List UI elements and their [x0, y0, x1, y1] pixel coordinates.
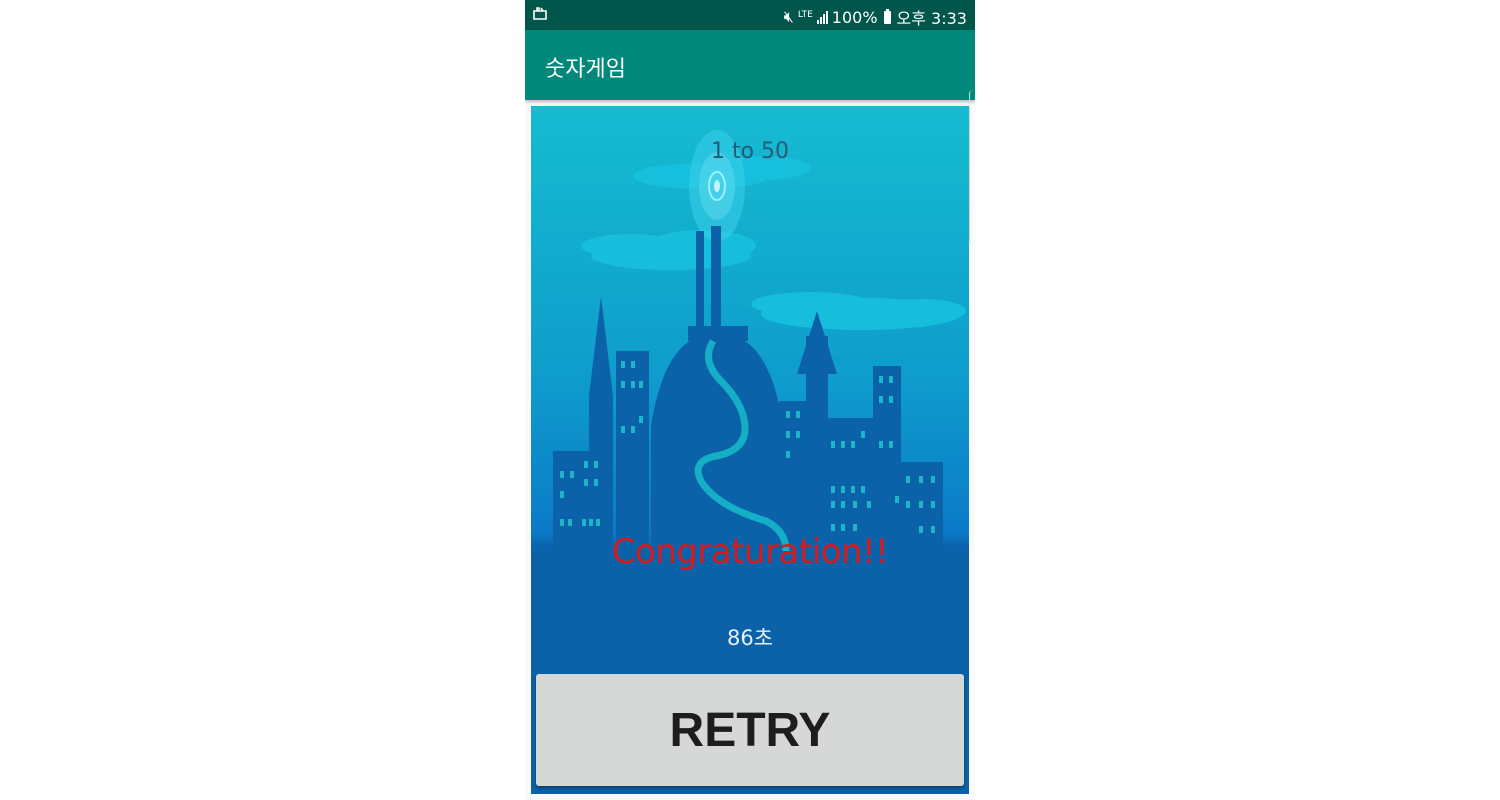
battery-percent: 100% [831, 7, 878, 27]
clock: 오후 3:33 [896, 9, 967, 28]
app-bar: 숫자게임 [525, 30, 975, 100]
retry-button[interactable]: RETRY [536, 674, 964, 786]
app-title: 숫자게임 [545, 57, 626, 82]
elapsed-time: 86초 [726, 626, 774, 650]
screenshot-icon [533, 5, 547, 24]
lte-icon: LTE [797, 9, 813, 20]
result-message: Congraturation!! [611, 532, 889, 572]
game-title: 1 to 50 [710, 139, 790, 164]
cloud-shapes [581, 156, 966, 330]
mute-icon: 🔇︎ [783, 7, 794, 26]
phone-screen: 🔇︎ LTE 100% 오후 3:33 숫자게임 1 to 50 Congrat… [525, 0, 975, 800]
game-panel: 1 to 50 Congraturation!! 86초 RETRY [531, 106, 969, 794]
battery-icon [883, 8, 891, 24]
signal-icon [816, 10, 828, 24]
edge-panel-handle[interactable] [969, 90, 975, 245]
status-indicators: 🔇︎ LTE 100% 오후 3:33 [784, 5, 967, 29]
status-bar: 🔇︎ LTE 100% 오후 3:33 [525, 0, 975, 30]
